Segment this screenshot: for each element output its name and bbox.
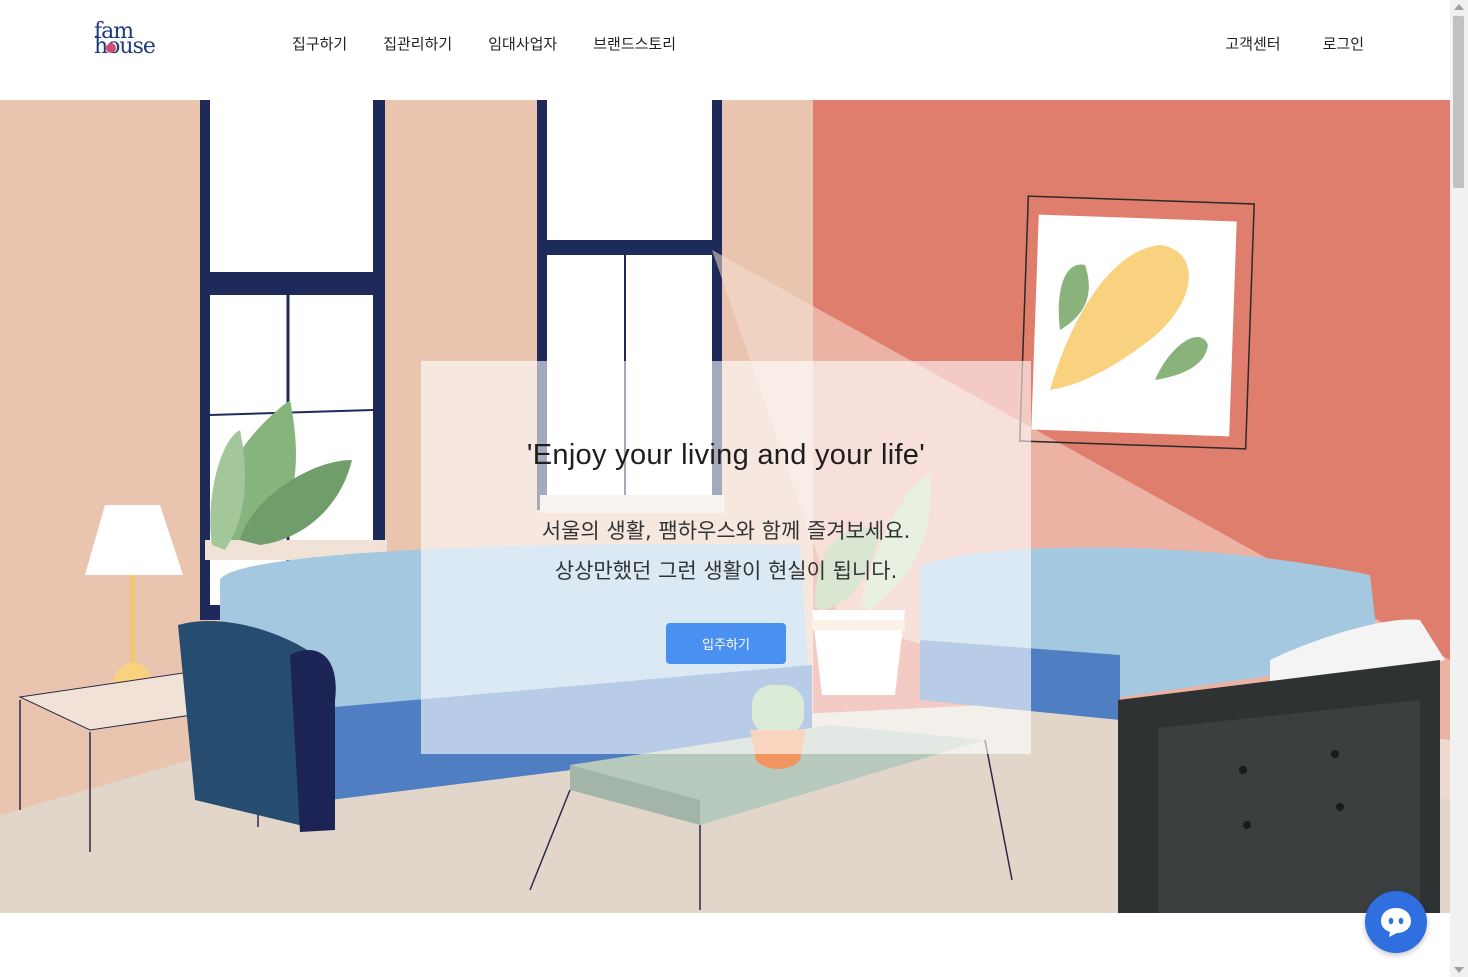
hero-subline-2: 상상만했던 그런 생활이 현실이 됩니다. <box>554 559 898 583</box>
nav-find-home[interactable]: 집구하기 <box>292 34 347 54</box>
scroll-down-arrow-icon[interactable] <box>1454 967 1464 973</box>
chat-bubble-icon <box>1381 908 1411 937</box>
nav-login[interactable]: 로그인 <box>1323 34 1364 54</box>
hero-text-panel: 'Enjoy your living and your life' 서울의 생활… <box>421 361 1031 754</box>
scroll-thumb[interactable] <box>1453 16 1464 188</box>
hero-subline-1: 서울의 생활, 팸하우스와 함께 즐겨보세요. <box>541 519 911 543</box>
chat-button[interactable] <box>1365 891 1427 953</box>
site-header: fam house 집구하기 집관리하기 임대사업자 브랜드스토리 고객센터 로… <box>0 0 1450 100</box>
nav-brand-story[interactable]: 브랜드스토리 <box>593 34 676 54</box>
logo-dot-icon <box>106 43 116 53</box>
page-scrollbar[interactable] <box>1450 0 1468 977</box>
scroll-up-arrow-icon[interactable] <box>1454 4 1464 10</box>
hero-section: 'Enjoy your living and your life' 서울의 생활… <box>0 100 1450 913</box>
logo-text-bottom: house <box>94 34 156 59</box>
nav-customer-center[interactable]: 고객센터 <box>1225 34 1280 54</box>
nav-landlord[interactable]: 임대사업자 <box>488 34 557 54</box>
famhouse-logo[interactable]: fam house <box>94 21 164 62</box>
move-in-button[interactable]: 입주하기 <box>666 623 786 664</box>
nav-manage-home[interactable]: 집관리하기 <box>383 34 452 54</box>
hero-subtext: 서울의 생활, 팸하우스와 함께 즐겨보세요. 상상만했던 그런 생활이 현실이… <box>421 511 1031 591</box>
hero-headline: 'Enjoy your living and your life' <box>526 439 926 471</box>
utility-nav: 고객센터 로그인 <box>1183 34 1364 54</box>
main-nav: 집구하기 집관리하기 임대사업자 브랜드스토리 <box>292 34 712 54</box>
